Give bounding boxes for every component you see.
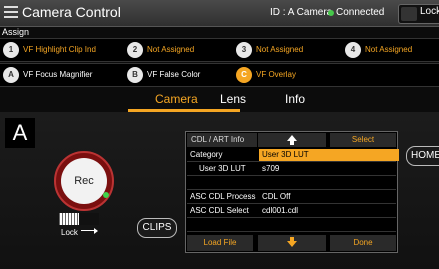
arrow-down-icon [287,237,297,247]
arrow-up-icon [287,135,297,145]
assign-4-badge-icon: 4 [345,42,361,58]
camera-letter: A [5,118,35,148]
lock-switch-grip [59,213,79,225]
assign-button-label: Not Assigned [365,45,413,54]
row-value: s709 [262,164,280,173]
assign-a-badge-icon: A [3,67,19,83]
lock-toggle-knob [401,7,417,21]
rec-button-label: Rec [61,158,107,204]
panel-title: CDL / ART Info [187,133,257,147]
row-key: Category [190,150,223,159]
row-value: User 3D LUT [259,149,399,161]
assign-3-badge-icon: 3 [236,42,252,58]
assign-section-label: Assign [2,27,30,37]
rec-lock-switch[interactable] [59,213,99,229]
rec-lock-label: Lock [61,228,78,237]
lock-toggle-label: Lock [420,6,439,17]
rec-button[interactable]: Rec [54,151,114,211]
assign-row-alpha: A VF Focus Magnifier B VF False Color C … [0,63,439,87]
assign-b-badge-icon: B [127,67,143,83]
list-item-empty [187,219,396,232]
list-item-category[interactable]: Category User 3D LUT [187,149,399,162]
list-item-user-3d-lut[interactable]: User 3D LUT s709 [187,163,396,176]
list-item-empty [187,177,396,190]
tab-camera[interactable]: Camera [155,92,198,106]
assign-button-label: VF Focus Magnifier [23,70,93,79]
cdl-art-panel: CDL / ART Info Select Category User 3D L… [185,131,399,253]
row-value: CDL Off [262,192,291,201]
select-button[interactable]: Select [330,133,396,147]
assign-button-label: Not Assigned [147,45,195,54]
assign-2-badge-icon: 2 [127,42,143,58]
assign-button-label: VF Highlight Clip Ind [23,45,96,54]
tally-indicator-icon [103,192,109,198]
app-title: Camera Control [22,4,121,20]
assign-button-label: Not Assigned [256,45,304,54]
row-key: User 3D LUT [199,164,246,173]
lock-arrow-icon [81,228,98,234]
title-bar: Camera Control ID : A Camera Connected L… [0,0,439,27]
scroll-down-button[interactable] [258,235,326,251]
assign-row-numeric: 1 VF Highlight Clip Ind 2 Not Assigned 3… [0,38,439,62]
lock-switch-slider [79,213,99,225]
row-value: cdl001.cdl [262,206,299,215]
list-item-asc-cdl-process[interactable]: ASC CDL Process CDL Off [187,191,396,204]
assign-button-label: VF Overlay [256,70,297,79]
row-key: ASC CDL Select [190,206,249,215]
tab-lens[interactable]: Lens [220,92,246,106]
list-item-asc-cdl-select[interactable]: ASC CDL Select cdl001.cdl [187,205,396,218]
camera-id: ID : A Camera [270,7,333,18]
row-key: ASC CDL Process [190,192,256,201]
home-button[interactable]: HOME [406,146,439,166]
assign-c-badge-icon: C [236,67,252,83]
tab-bar: Camera Lens Info [0,92,439,112]
connection-status-icon [328,10,334,16]
done-button[interactable]: Done [330,235,396,251]
scroll-up-button[interactable] [258,133,326,147]
load-file-button[interactable]: Load File [187,235,253,251]
hamburger-menu-icon[interactable] [4,6,18,20]
connection-status: Connected [336,7,385,18]
tab-info[interactable]: Info [285,92,305,106]
assign-button-label: VF False Color [147,70,201,79]
assign-1-badge-icon: 1 [3,42,19,58]
clips-button[interactable]: CLIPS [137,218,177,238]
